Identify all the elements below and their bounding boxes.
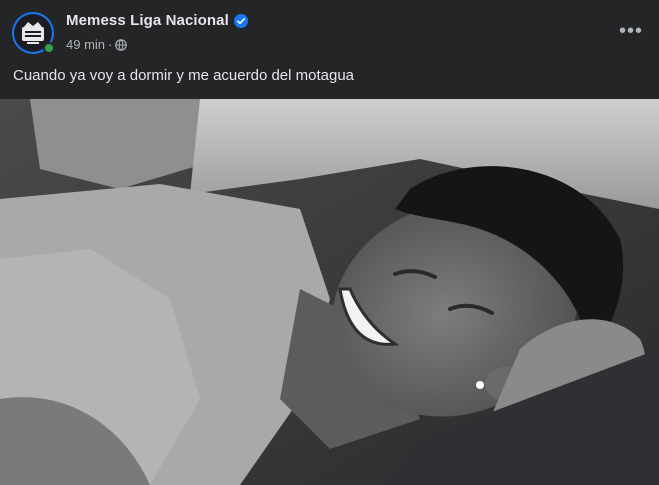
page-name-link[interactable]: Memess Liga Nacional — [66, 12, 229, 29]
meta-separator: · — [108, 37, 113, 52]
more-options-icon: ••• — [618, 20, 643, 42]
post-header: Memess Liga Nacional 49 min · ••• — [0, 0, 659, 62]
page-name-row: Memess Liga Nacional — [66, 12, 248, 29]
meme-photo-illustration — [0, 99, 659, 485]
post-timestamp[interactable]: 49 min — [66, 37, 105, 52]
post-caption: Cuando ya voy a dormir y me acuerdo del … — [13, 67, 355, 84]
online-status-indicator — [43, 42, 55, 54]
more-options-button[interactable]: ••• — [617, 19, 645, 43]
post-meta: 49 min · — [66, 37, 128, 52]
facebook-post: Memess Liga Nacional 49 min · ••• Cuando… — [0, 0, 659, 485]
globe-icon[interactable] — [115, 38, 128, 51]
page-avatar[interactable] — [12, 12, 55, 54]
post-photo[interactable] — [0, 99, 659, 485]
verified-badge-icon — [233, 13, 248, 28]
